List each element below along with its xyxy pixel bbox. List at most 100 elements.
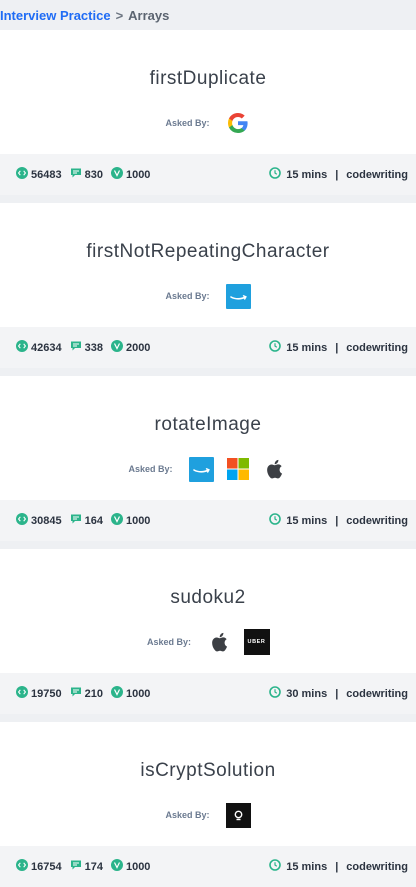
solutions-count: 42634	[31, 341, 62, 354]
divider: |	[335, 341, 339, 354]
code-icon	[16, 859, 28, 874]
task-card-body: isCryptSolution Asked By:	[0, 722, 416, 846]
asked-by-row: Asked By:	[128, 456, 287, 482]
asked-by-row: Asked By:	[165, 110, 250, 136]
task-title[interactable]: firstDuplicate	[150, 68, 267, 90]
task-card[interactable]: isCryptSolution Asked By: 16754 174 1000…	[0, 722, 416, 887]
task-card-body: sudoku2 Asked By: UBER	[0, 549, 416, 673]
divider: |	[335, 168, 339, 181]
asked-by-row: Asked By:	[165, 283, 251, 309]
task-type: codewriting	[346, 860, 408, 873]
comment-icon	[70, 686, 82, 701]
clock-icon	[269, 859, 282, 874]
task-card[interactable]: sudoku2 Asked By: UBER 19750 210 1000 30…	[0, 549, 416, 714]
comment-icon	[70, 167, 82, 182]
amazon-logo	[188, 456, 214, 482]
code-icon	[16, 513, 28, 528]
comments-count: 174	[84, 860, 103, 873]
code-icon	[16, 340, 28, 355]
badge-icon	[110, 513, 123, 528]
points-stat: 1000	[110, 686, 151, 701]
task-stats-bar: 16754 174 1000 15 mins | codewriting	[0, 846, 416, 887]
solutions-stat: 16754	[16, 859, 62, 874]
divider: |	[335, 687, 339, 700]
breadcrumb-current: Arrays	[128, 7, 170, 23]
task-title[interactable]: isCryptSolution	[140, 760, 275, 782]
comments-stat: 164	[70, 513, 103, 528]
asked-by-label: Asked By:	[165, 118, 210, 128]
solutions-count: 56483	[31, 168, 62, 181]
asked-by-label: Asked By:	[165, 291, 210, 301]
solutions-stat: 30845	[16, 513, 62, 528]
dark-logo	[225, 802, 251, 828]
points-stat: 1000	[110, 167, 151, 182]
task-title[interactable]: firstNotRepeatingCharacter	[86, 241, 329, 263]
solutions-count: 30845	[31, 514, 62, 527]
time-estimate: 15 mins	[286, 341, 328, 354]
comments-count: 338	[84, 341, 103, 354]
time-estimate: 30 mins	[286, 687, 328, 700]
comments-count: 830	[84, 168, 103, 181]
task-card-body: firstDuplicate Asked By:	[0, 30, 416, 154]
task-card[interactable]: firstNotRepeatingCharacter Asked By: 426…	[0, 203, 416, 368]
solutions-count: 16754	[31, 860, 62, 873]
code-icon	[16, 167, 28, 182]
breadcrumb-link[interactable]: Interview Practice	[0, 8, 111, 23]
clock-icon	[269, 686, 282, 701]
task-type: codewriting	[346, 168, 408, 181]
task-card-body: rotateImage Asked By:	[0, 376, 416, 500]
task-list: firstDuplicate Asked By: 56483 830 1000 …	[0, 30, 416, 887]
divider: |	[335, 514, 339, 527]
apple-logo	[263, 457, 288, 482]
solutions-stat: 42634	[16, 340, 62, 355]
points-count: 1000	[125, 860, 151, 873]
asked-by-label: Asked By:	[165, 810, 210, 820]
uber-logo-text: UBER	[247, 639, 266, 645]
comments-stat: 338	[70, 340, 103, 355]
code-icon	[16, 686, 28, 701]
clock-icon	[269, 340, 282, 355]
clock-icon	[269, 513, 282, 528]
comments-stat: 210	[70, 686, 103, 701]
asked-by-label: Asked By:	[146, 637, 191, 647]
asked-by-label: Asked By:	[128, 464, 173, 474]
task-stats-bar: 56483 830 1000 15 mins | codewriting	[0, 154, 416, 195]
asked-by-row: Asked By:	[165, 802, 251, 828]
task-card[interactable]: firstDuplicate Asked By: 56483 830 1000 …	[0, 30, 416, 195]
comment-icon	[70, 859, 82, 874]
asked-by-row: Asked By: UBER	[146, 629, 270, 655]
uber-logo: UBER	[243, 629, 270, 655]
time-estimate: 15 mins	[286, 860, 328, 873]
points-count: 1000	[125, 168, 151, 181]
task-type: codewriting	[346, 687, 408, 700]
task-stats-bar: 42634 338 2000 15 mins | codewriting	[0, 327, 416, 368]
points-count: 1000	[125, 514, 151, 527]
divider: |	[335, 860, 339, 873]
task-card-body: firstNotRepeatingCharacter Asked By:	[0, 203, 416, 327]
comment-icon	[70, 340, 82, 355]
badge-icon	[110, 167, 123, 182]
solutions-count: 19750	[31, 687, 62, 700]
points-stat: 1000	[110, 513, 151, 528]
microsoft-logo	[226, 457, 251, 482]
points-count: 2000	[125, 341, 151, 354]
task-title[interactable]: sudoku2	[170, 587, 245, 609]
task-type: codewriting	[346, 341, 408, 354]
clock-icon	[269, 167, 282, 182]
task-stats-bar: 30845 164 1000 15 mins | codewriting	[0, 500, 416, 541]
amazon-logo	[225, 283, 251, 309]
breadcrumb-separator: >	[115, 7, 124, 23]
task-title[interactable]: rotateImage	[155, 414, 262, 436]
google-logo	[226, 111, 251, 136]
comments-count: 164	[84, 514, 103, 527]
time-estimate: 15 mins	[286, 168, 328, 181]
badge-icon	[110, 859, 123, 874]
badge-icon	[110, 340, 123, 355]
solutions-stat: 56483	[16, 167, 62, 182]
time-estimate: 15 mins	[286, 514, 328, 527]
task-card[interactable]: rotateImage Asked By: 30845 164 1000 15 …	[0, 376, 416, 541]
solutions-stat: 19750	[16, 686, 62, 701]
comment-icon	[70, 513, 82, 528]
comments-count: 210	[84, 687, 103, 700]
points-count: 1000	[125, 687, 151, 700]
